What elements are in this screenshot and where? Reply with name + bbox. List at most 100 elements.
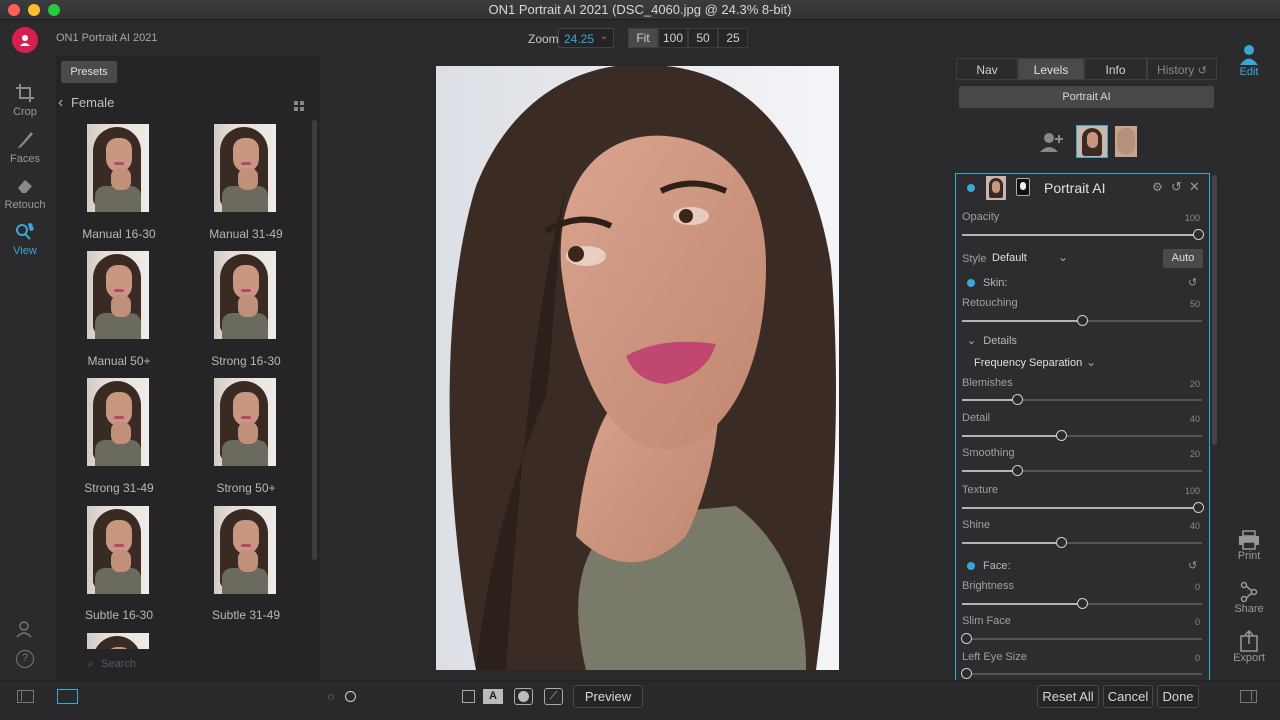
- app-logo-icon[interactable]: [12, 27, 38, 53]
- details-toggle[interactable]: ⌄ Details: [967, 334, 1017, 347]
- presets-tab[interactable]: Presets: [61, 61, 117, 83]
- slider-knob[interactable]: [961, 668, 972, 679]
- tab-history[interactable]: History ↺: [1147, 58, 1217, 80]
- opacity-value: 100: [1184, 213, 1200, 223]
- texture-slider[interactable]: [962, 502, 1204, 513]
- heart-icon[interactable]: ♡: [137, 251, 147, 264]
- right-panel-toggle-icon[interactable]: [1240, 690, 1257, 703]
- preset-thumbnail[interactable]: [214, 506, 276, 594]
- tab-levels[interactable]: Levels: [1018, 58, 1084, 80]
- preset-label: Subtle 16-30: [84, 608, 154, 622]
- face-enabled-indicator[interactable]: [967, 562, 975, 570]
- crop-tool[interactable]: Crop: [0, 82, 50, 118]
- chevron-down-icon: ⌄: [1086, 355, 1097, 369]
- gear-icon[interactable]: ⚙: [1152, 180, 1163, 194]
- skin-reset-icon[interactable]: ↺: [1188, 276, 1197, 289]
- zoom-input[interactable]: 24.25 ⌄: [558, 28, 614, 48]
- preset-category-header[interactable]: ‹ Female: [58, 94, 114, 112]
- square-mask-icon[interactable]: [462, 690, 475, 703]
- module-enabled-indicator[interactable]: [967, 184, 975, 192]
- method-dropdown[interactable]: Frequency Separation ⌄: [974, 355, 1104, 369]
- export-tool-label: Export: [1233, 652, 1265, 664]
- left-eye-size-slider[interactable]: [961, 668, 1202, 679]
- slider-knob[interactable]: [1193, 502, 1204, 513]
- zoom-50-button[interactable]: 50: [688, 28, 718, 48]
- smoothing-label: Smoothing: [962, 447, 1015, 459]
- person-icon: [1240, 45, 1258, 65]
- retouch-tool[interactable]: Retouch: [0, 175, 50, 211]
- overlay-a-icon[interactable]: A: [483, 689, 503, 704]
- left-panel-toggle-icon[interactable]: [17, 690, 34, 703]
- blemishes-slider[interactable]: [962, 394, 1202, 405]
- face-thumbnail[interactable]: [1115, 126, 1137, 157]
- opacity-slider[interactable]: [962, 229, 1204, 240]
- preset-thumbnail[interactable]: [87, 633, 149, 649]
- retouching-slider[interactable]: [962, 315, 1202, 326]
- slider-knob[interactable]: [1056, 537, 1067, 548]
- auto-button[interactable]: Auto: [1163, 249, 1203, 268]
- preset-thumbnail[interactable]: [87, 378, 149, 466]
- details-label: Details: [983, 335, 1017, 347]
- preview-button[interactable]: Preview: [573, 685, 643, 708]
- compare-icon[interactable]: ⟋: [544, 688, 563, 705]
- brightness-slider[interactable]: [962, 598, 1202, 609]
- mask-icon[interactable]: [1016, 178, 1030, 196]
- detail-slider[interactable]: [962, 430, 1202, 441]
- faces-tool[interactable]: Faces: [0, 129, 50, 165]
- tab-nav[interactable]: Nav: [956, 58, 1018, 80]
- view-tool[interactable]: View: [0, 221, 50, 257]
- style-dropdown[interactable]: Default ⌄: [992, 250, 1072, 264]
- user-icon[interactable]: [16, 620, 34, 643]
- share-tool[interactable]: Share: [1224, 581, 1274, 615]
- style-label: Style: [962, 253, 987, 265]
- chevron-down-icon: ⌄: [1058, 250, 1069, 264]
- preset-thumbnail[interactable]: [214, 251, 276, 339]
- retouching-value: 50: [1189, 299, 1200, 309]
- zoom-25-button[interactable]: 25: [718, 28, 748, 48]
- smoothing-slider[interactable]: [962, 465, 1202, 476]
- zoom-fit-button[interactable]: Fit: [628, 28, 658, 48]
- face-thumbnail-selected[interactable]: [1076, 125, 1108, 158]
- grid-view-icon[interactable]: [294, 99, 305, 111]
- tab-info[interactable]: Info: [1084, 58, 1147, 80]
- slider-knob[interactable]: [1012, 465, 1023, 476]
- filmstrip-toggle-icon[interactable]: [57, 689, 78, 704]
- slider-knob[interactable]: [1056, 430, 1067, 441]
- image-canvas[interactable]: [436, 66, 839, 670]
- preset-thumbnail[interactable]: [214, 124, 276, 212]
- slider-knob[interactable]: [1012, 394, 1023, 405]
- portrait-ai-button[interactable]: Portrait AI: [959, 86, 1214, 108]
- close-icon[interactable]: ✕: [1189, 179, 1200, 195]
- right-panel-scrollbar[interactable]: [1212, 175, 1217, 445]
- help-icon[interactable]: ?: [16, 650, 34, 668]
- preset-thumbnail[interactable]: [87, 124, 149, 212]
- preset-thumbnail[interactable]: [87, 506, 149, 594]
- slim-face-value: 0: [1194, 617, 1200, 627]
- edit-tool[interactable]: Edit: [1224, 44, 1274, 78]
- slider-knob[interactable]: [1077, 315, 1088, 326]
- zoom-100-button[interactable]: 100: [658, 28, 688, 48]
- mask-view-icon[interactable]: [514, 688, 533, 705]
- cancel-button[interactable]: Cancel: [1103, 685, 1153, 708]
- export-tool[interactable]: Export: [1224, 630, 1274, 664]
- print-tool[interactable]: Print: [1224, 530, 1274, 562]
- reset-all-button[interactable]: Reset All: [1037, 685, 1099, 708]
- face-reset-icon[interactable]: ↺: [1188, 559, 1197, 572]
- add-face-icon[interactable]: [1039, 131, 1065, 158]
- reset-icon[interactable]: ↺: [1171, 179, 1182, 195]
- presets-scrollbar[interactable]: [312, 120, 317, 560]
- thumb-size-slider-knob[interactable]: [345, 691, 356, 702]
- detail-value: 40: [1189, 414, 1200, 424]
- slider-knob[interactable]: [1077, 598, 1088, 609]
- preset-thumbnail[interactable]: ♡: [87, 251, 149, 339]
- detail-label: Detail: [962, 412, 991, 424]
- slider-knob[interactable]: [961, 633, 972, 644]
- slider-knob[interactable]: [1193, 229, 1204, 240]
- slim-face-slider[interactable]: [961, 633, 1202, 644]
- preset-label: Manual 16-30: [82, 227, 156, 241]
- preset-thumbnail[interactable]: [214, 378, 276, 466]
- done-button[interactable]: Done: [1157, 685, 1199, 708]
- skin-enabled-indicator[interactable]: [967, 279, 975, 287]
- preset-search-input[interactable]: ⌕ Search: [88, 658, 136, 671]
- shine-slider[interactable]: [962, 537, 1202, 548]
